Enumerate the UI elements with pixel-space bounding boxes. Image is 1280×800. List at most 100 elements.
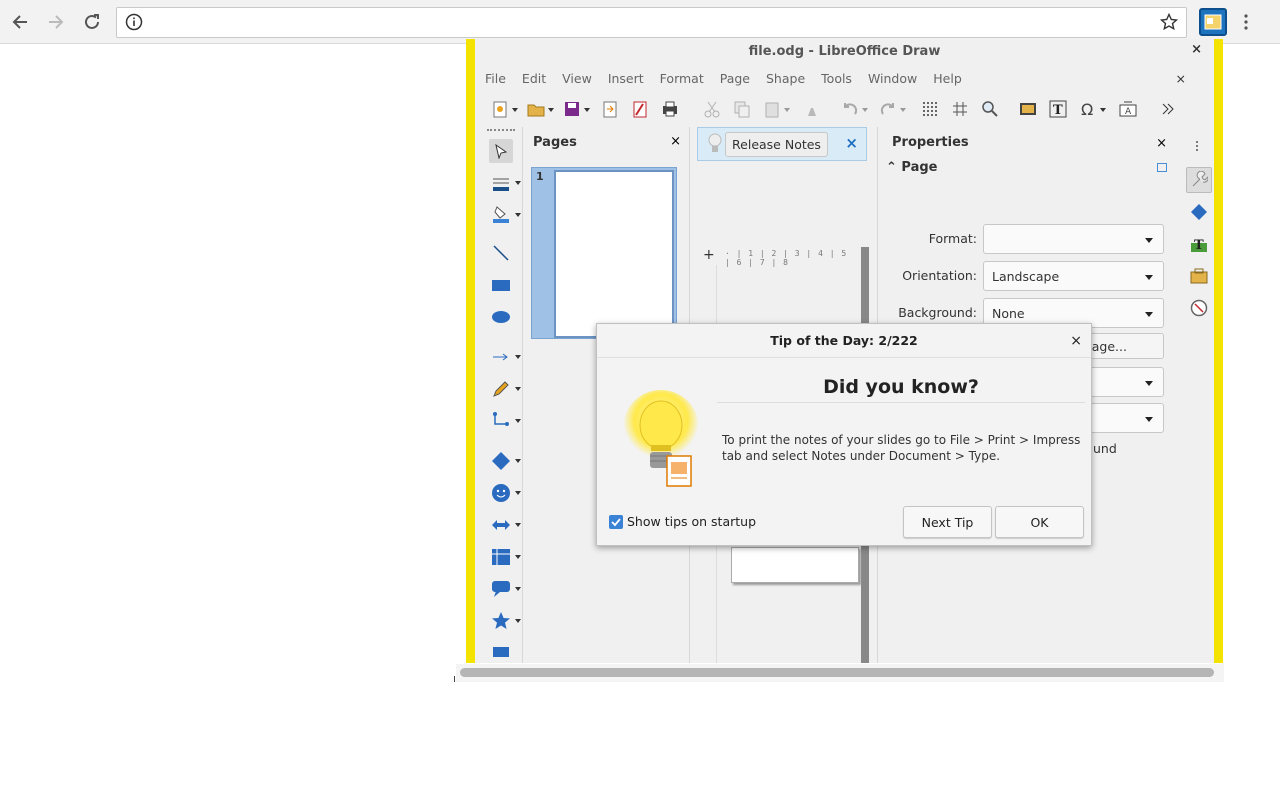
select-arrow-icon[interactable]	[489, 139, 513, 163]
menu-format[interactable]: Format	[660, 71, 704, 86]
standard-toolbar: T Ω A	[475, 93, 1214, 125]
special-character-icon[interactable]: Ω	[1077, 98, 1106, 120]
release-notes-button[interactable]: Release Notes	[725, 132, 828, 157]
styles-icon[interactable]: T	[1186, 231, 1212, 257]
format-dropdown[interactable]	[983, 224, 1164, 254]
paste-icon[interactable]	[761, 98, 790, 120]
tip-of-the-day-dialog: Tip of the Day: 2/222 × Did you know? To…	[596, 323, 1092, 546]
properties-title: Properties	[892, 135, 969, 150]
properties-wrench-icon[interactable]	[1186, 167, 1212, 193]
format-label: Format:	[928, 231, 977, 246]
basic-shapes-diamond-icon[interactable]	[489, 449, 521, 473]
svg-text:T: T	[1194, 238, 1204, 253]
page-section-header[interactable]: ⌃ Page	[886, 160, 938, 175]
checkbox-checked-icon[interactable]	[609, 514, 623, 529]
page-thumbnail-selected[interactable]: 1	[531, 167, 677, 339]
more-options-icon[interactable]	[1157, 163, 1167, 172]
ok-button[interactable]: OK	[995, 506, 1084, 538]
scrollbar-thumb[interactable]	[460, 668, 1214, 677]
lightbulb-tip-icon	[621, 390, 701, 490]
callout-icon[interactable]	[489, 577, 521, 601]
fontwork-icon[interactable]: A	[1117, 98, 1139, 120]
window-close-button[interactable]: ×	[1191, 42, 1202, 57]
arrow-line-icon[interactable]	[489, 345, 521, 369]
fill-color-icon[interactable]	[489, 203, 521, 227]
info-icon[interactable]	[125, 13, 143, 35]
address-bar[interactable]	[116, 7, 1187, 38]
symbol-shapes-smiley-icon[interactable]	[489, 481, 521, 505]
forward-arrow-icon[interactable]	[44, 10, 68, 34]
menu-insert[interactable]: Insert	[608, 71, 644, 86]
horizontal-ruler: · | 1 | 2 | 3 | 4 | 5 | 6 | 7 | 8	[725, 249, 848, 267]
page-number: 1	[536, 170, 544, 183]
insert-image-icon[interactable]	[1017, 98, 1039, 120]
page-section-label: Page	[901, 160, 938, 175]
extension-icon[interactable]	[1199, 8, 1227, 36]
rectangle-tool-icon[interactable]	[489, 273, 513, 297]
window-titlebar: file.odg - LibreOffice Draw ×	[475, 39, 1214, 63]
next-tip-button[interactable]: Next Tip	[903, 506, 992, 538]
menu-edit[interactable]: Edit	[522, 71, 546, 86]
ellipse-tool-icon[interactable]	[489, 305, 513, 329]
horizontal-scrollbar[interactable]	[456, 664, 1224, 682]
menu-tools[interactable]: Tools	[821, 71, 852, 86]
line-color-icon[interactable]	[489, 171, 521, 195]
menu-page[interactable]: Page	[720, 71, 750, 86]
flowchart-icon[interactable]	[489, 545, 521, 569]
properties-close-button[interactable]: ×	[1156, 136, 1167, 151]
browser-menu-icon[interactable]	[1236, 10, 1256, 34]
dialog-heading: Did you know?	[717, 376, 1085, 403]
insert-textbox-icon[interactable]: T	[1047, 98, 1069, 120]
orientation-dropdown[interactable]: Landscape	[983, 261, 1164, 291]
sidebar-deck: T	[1181, 127, 1214, 663]
navigator-compass-icon[interactable]	[1186, 295, 1212, 321]
dialog-close-button[interactable]: ×	[1070, 333, 1082, 349]
cut-icon[interactable]	[701, 98, 723, 120]
redo-icon[interactable]	[877, 98, 906, 120]
back-arrow-icon[interactable]	[8, 10, 32, 34]
3d-objects-icon[interactable]	[489, 641, 513, 663]
gallery-icon[interactable]	[1186, 263, 1212, 289]
display-grid-icon[interactable]	[919, 98, 941, 120]
pages-panel-close-button[interactable]: ×	[670, 134, 681, 149]
reload-icon[interactable]	[80, 10, 104, 34]
menu-shape[interactable]: Shape	[766, 71, 805, 86]
canvas-page[interactable]	[731, 547, 859, 583]
copy-icon[interactable]	[731, 98, 753, 120]
document-close-button[interactable]: ×	[1176, 71, 1186, 86]
line-tool-icon[interactable]	[489, 241, 513, 265]
orientation-label: Orientation:	[902, 268, 977, 283]
collapse-chevron-icon: ⌃	[886, 160, 902, 175]
connector-icon[interactable]	[489, 409, 521, 433]
freeform-pencil-icon[interactable]	[489, 377, 521, 401]
menu-file[interactable]: File	[485, 71, 506, 86]
stars-icon[interactable]	[489, 609, 521, 633]
export-pdf-icon[interactable]	[629, 98, 651, 120]
clone-formatting-icon[interactable]	[801, 98, 823, 120]
shapes-diamond-icon[interactable]	[1186, 199, 1212, 225]
open-folder-icon[interactable]	[525, 98, 554, 120]
zoom-pan-icon[interactable]	[979, 98, 1001, 120]
dialog-title: Tip of the Day: 2/222	[597, 324, 1091, 358]
toolbar-grip	[487, 129, 515, 131]
menu-window[interactable]: Window	[868, 71, 917, 86]
bookmark-star-icon[interactable]	[1159, 12, 1179, 35]
menu-view[interactable]: View	[562, 71, 592, 86]
page-thumbnail[interactable]	[554, 170, 674, 338]
print-icon[interactable]	[659, 98, 681, 120]
browser-toolbar	[0, 0, 1280, 44]
block-arrows-icon[interactable]	[489, 513, 521, 537]
new-document-icon[interactable]	[489, 98, 518, 120]
infobar-close-button[interactable]: ×	[845, 134, 858, 152]
save-icon[interactable]	[561, 98, 590, 120]
more-toolbar-chevron-icon[interactable]	[1157, 98, 1179, 120]
helplines-icon[interactable]	[949, 98, 971, 120]
undo-icon[interactable]	[839, 98, 868, 120]
export-icon[interactable]	[599, 98, 621, 120]
menu-bar: File Edit View Insert Format Page Shape …	[475, 67, 1214, 89]
svg-text:T: T	[1053, 103, 1063, 118]
show-tips-checkbox[interactable]: Show tips on startup	[609, 514, 756, 529]
window-title: file.odg - LibreOffice Draw	[748, 43, 941, 59]
deck-menu-icon[interactable]	[1195, 137, 1199, 156]
menu-help[interactable]: Help	[933, 71, 962, 86]
